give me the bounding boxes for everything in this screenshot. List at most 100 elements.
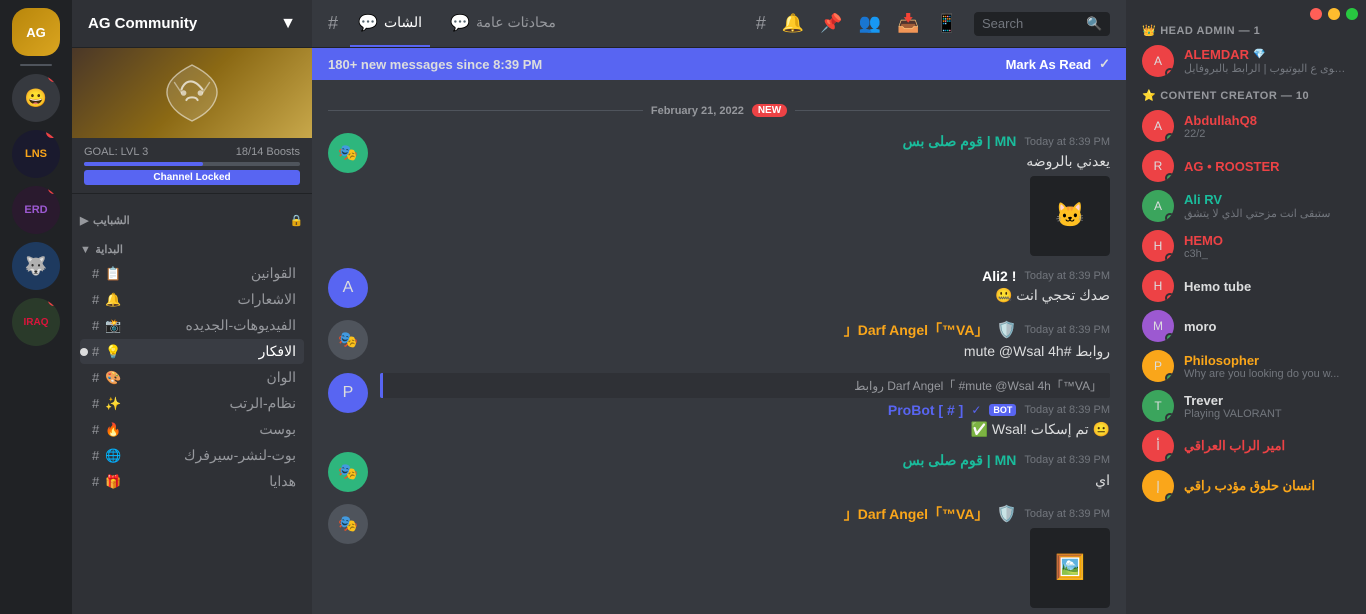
emoji-icon: ✨ — [105, 396, 121, 412]
server-header[interactable]: AG Community ▼ — [72, 0, 312, 48]
emoji-icon: 🎁 — [105, 474, 121, 490]
server-icon-erd[interactable]: ERD 3 — [12, 186, 60, 234]
channel-item-boost[interactable]: # 🔥 بوست — [80, 417, 304, 442]
message-author: MN | قوم صلى بس — [903, 133, 1017, 150]
bell-icon[interactable]: 🔔 — [782, 13, 804, 34]
channel-item-colors[interactable]: # 🎨 الوان — [80, 365, 304, 390]
phone-icon[interactable]: 📱 — [936, 13, 958, 34]
member-status: Playing VALORANT — [1184, 408, 1350, 420]
member-info: HEMO c3h_ — [1184, 233, 1350, 260]
member-item-abdullahq8[interactable]: A AbdullahQ8 22/2 — [1134, 106, 1358, 146]
member-item-hemo[interactable]: H HEMO c3h_ — [1134, 226, 1358, 266]
member-item-alemdar[interactable]: A ALEMDAR 💎 اقوى ع اليوتيوب | الرابط بال… — [1134, 41, 1358, 81]
tab-shat-label: الشات — [384, 14, 422, 31]
member-item-philosopher[interactable]: P Philosopher Why are you looking do you… — [1134, 346, 1358, 386]
online-dot — [1165, 333, 1174, 342]
member-avatar: H — [1142, 270, 1174, 302]
search-icon: 🔍 — [1086, 16, 1102, 32]
category-bedaya[interactable]: ▼ البداية — [72, 239, 312, 260]
member-item-amir-rap[interactable]: أ امير الراب العراقي — [1134, 426, 1358, 466]
avatar-emoji: 🎭 — [338, 462, 358, 482]
window-controls[interactable] — [1310, 8, 1358, 20]
avatar-letter: A — [343, 279, 354, 297]
checkmark-icon: ✓ — [1099, 56, 1110, 72]
avatar-letter: R — [1154, 159, 1163, 173]
member-name: Ali RV — [1184, 192, 1350, 207]
mod-shield-icon: 🛡️ — [996, 320, 1016, 340]
server-icon-iraq[interactable]: IRAQ 1 — [12, 298, 60, 346]
goal-progress: 18/14 Boosts — [236, 146, 300, 158]
chat-header: # 💬 الشات 💬 محادثات عامة # 🔔 📌 👥 📥 📱 🔍 — [312, 0, 1126, 48]
date-divider: February 21, 2022 NEW — [328, 104, 1110, 117]
member-item-moro[interactable]: M moro — [1134, 306, 1358, 346]
member-info: AbdullahQ8 22/2 — [1184, 113, 1350, 140]
channel-item-ranks[interactable]: # ✨ نظام-الرتب — [80, 391, 304, 416]
avatar-letter: إ — [1156, 479, 1159, 493]
emoji-icon: 🌐 — [105, 448, 121, 464]
channel-item-rules[interactable]: # 📋 القوانين — [80, 261, 304, 286]
avatar-letter: A — [1154, 54, 1162, 68]
member-item-ali-rv[interactable]: A Ali RV ستبقى انت مزحتي الذي لا يتشق — [1134, 186, 1358, 226]
maximize-button[interactable] — [1346, 8, 1358, 20]
reply-reference: 「VA™」Darf Angel「 #mute @Wsal 4h روابط — [380, 373, 1110, 398]
avatar-letter: A — [1154, 119, 1162, 133]
message-author: 「VA™」Darf Angel「 — [844, 320, 989, 340]
server-icon-ag[interactable]: AG — [12, 8, 60, 56]
avatar-emoji: 🎭 — [338, 143, 358, 163]
avatar-letter: M — [1153, 319, 1163, 333]
member-avatar: A — [1142, 110, 1174, 142]
channels-container: ▶ الشبايب 🔒 ▼ البداية # 📋 القوانين # 🔔 ا… — [72, 194, 312, 614]
tab-shat[interactable]: 💬 الشات — [350, 0, 430, 47]
server-icon-w[interactable]: 🐺 — [12, 242, 60, 290]
channel-item-bot[interactable]: # 🌐 بوت-لنشر-سيرفرك — [80, 443, 304, 468]
message-content: Today at 8:39 PM ! Ali2 صدك تحجي انت 🤐 — [380, 268, 1110, 306]
members-icon[interactable]: 👥 — [859, 13, 881, 34]
mark-as-read-button[interactable]: Mark As Read — [1006, 57, 1092, 72]
pin-icon[interactable]: 📌 — [820, 13, 842, 34]
member-item-hemo-tube[interactable]: H Hemo tube — [1134, 266, 1358, 306]
member-status: اقوى ع اليوتيوب | الرابط بالبروفايل !! — [1184, 62, 1350, 75]
channel-item-notifications[interactable]: # 🔔 الاشعارات — [80, 287, 304, 312]
avatar-letter: P — [343, 384, 354, 402]
member-item-trever[interactable]: T Trever Playing VALORANT — [1134, 386, 1358, 426]
channel-panel: AG Community ▼ GOAL: LVL 3 18/14 Boosts … — [72, 0, 312, 614]
search-box[interactable]: 🔍 — [974, 12, 1110, 36]
inbox-icon[interactable]: 📥 — [897, 13, 919, 34]
member-item-insan[interactable]: إ انسان حلوق مؤدب راقي — [1134, 466, 1358, 506]
channel-icon: # — [92, 422, 99, 437]
tab-general[interactable]: 💬 محادثات عامة — [442, 0, 564, 47]
emoji-icon: 🔔 — [105, 292, 121, 308]
server-list: AG 😀 1 LNS 77 ERD 3 🐺 IRAQ 1 — [0, 0, 72, 614]
close-button[interactable] — [1310, 8, 1322, 20]
avatar-letter: T — [1154, 399, 1161, 413]
emoji-icon: 📋 — [105, 266, 121, 282]
member-name: moro — [1184, 319, 1350, 334]
message-row: 🎭 Today at 8:39 PM 🛡️ 「VA™」Darf Angel「 🖼… — [328, 500, 1110, 612]
member-status: 22/2 — [1184, 128, 1350, 140]
channel-item-ideas[interactable]: # 💡 الافكار — [80, 339, 304, 364]
member-item-ag-rooster[interactable]: R AG • ROOSTER — [1134, 146, 1358, 186]
image-placeholder: 🐱 — [1030, 176, 1110, 256]
minimize-button[interactable] — [1328, 8, 1340, 20]
message-text: يعدني بالروضه — [380, 152, 1110, 172]
channel-item-videos[interactable]: # 📸 الفيديوهات-الجديده — [80, 313, 304, 338]
member-status: Why are you looking do you w... — [1184, 368, 1350, 380]
online-dot — [1165, 453, 1174, 462]
message-content: Today at 8:39 PM 🛡️ 「VA™」Darf Angel「 روا… — [380, 320, 1110, 362]
message-content: Today at 8:39 PM 🛡️ 「VA™」Darf Angel「 🖼️ — [380, 504, 1110, 608]
message-image: 🖼️ — [910, 528, 1110, 608]
channel-icon: # — [92, 292, 99, 307]
chat-icon-2: 💬 — [450, 13, 470, 33]
server-icon-lns[interactable]: LNS 77 — [12, 130, 60, 178]
member-name: AbdullahQ8 — [1184, 113, 1350, 128]
channel-item-gifts[interactable]: # 🎁 هدايا — [80, 469, 304, 494]
hashtag-icon[interactable]: # — [756, 13, 766, 34]
category-shabayeb[interactable]: ▶ الشبايب 🔒 — [72, 210, 312, 231]
message-content: Today at 8:39 PM MN | قوم صلى بس اي — [380, 452, 1110, 491]
member-avatar: R — [1142, 150, 1174, 182]
server-name: AG Community — [88, 15, 197, 32]
message-header: Today at 8:39 PM MN | قوم صلى بس — [380, 452, 1110, 469]
search-input[interactable] — [982, 16, 1082, 31]
member-avatar: T — [1142, 390, 1174, 422]
server-icon-2[interactable]: 😀 1 — [12, 74, 60, 122]
